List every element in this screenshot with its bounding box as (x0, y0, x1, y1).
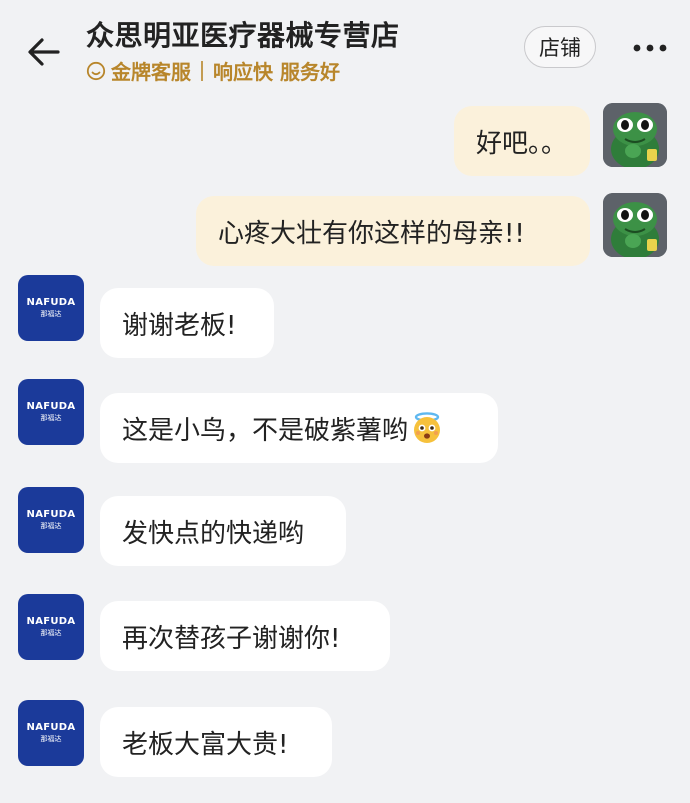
message-text: 老板大富大贵! (122, 729, 289, 760)
smile-icon (86, 61, 106, 80)
store-logo-subtext: 那福达 (40, 310, 62, 318)
service-tags: 金牌客服 响应快 服务好 (86, 56, 340, 85)
store-avatar[interactable]: NAFUDA 那福达 (18, 594, 84, 660)
store-avatar[interactable]: NAFUDA 那福达 (18, 275, 84, 341)
gold-service-tag: 金牌客服 (111, 60, 191, 84)
message-text: 这是小鸟，不是破紫薯哟 (122, 415, 409, 446)
store-logo-subtext: 那福达 (40, 522, 62, 530)
store-logo-subtext: 那福达 (40, 629, 62, 637)
store-logo-text: NAFUDA (26, 616, 76, 627)
tag-divider (201, 60, 203, 81)
more-dots-icon (633, 44, 667, 52)
response-tag: 响应快 服务好 (213, 60, 340, 84)
store-avatar[interactable]: NAFUDA 那福达 (18, 487, 84, 553)
message-bubble-store[interactable]: 老板大富大贵! (100, 707, 332, 777)
message-bubble-mine[interactable]: 心疼大壮有你这样的母亲!! (196, 196, 590, 266)
message-bubble-store[interactable]: 这是小鸟，不是破紫薯哟 (100, 393, 498, 463)
frog-avatar-icon (603, 103, 667, 167)
shop-title: 众思明亚医疗器械专营店 (86, 19, 400, 52)
user-avatar[interactable] (603, 103, 667, 167)
store-logo-subtext: 那福达 (40, 735, 62, 743)
frog-avatar-icon (603, 193, 667, 257)
message-bubble-store[interactable]: 谢谢老板! (100, 288, 274, 358)
message-bubble-store[interactable]: 发快点的快递哟 (100, 496, 346, 566)
store-logo-text: NAFUDA (26, 401, 76, 412)
store-button[interactable]: 店铺 (524, 26, 596, 68)
user-avatar[interactable] (603, 193, 667, 257)
message-text: 心疼大壮有你这样的母亲!! (218, 218, 525, 249)
store-logo-text: NAFUDA (26, 297, 76, 308)
message-text: 好吧。。 (476, 128, 568, 159)
message-bubble-mine[interactable]: 好吧。。 (454, 106, 590, 176)
store-logo-subtext: 那福达 (40, 414, 62, 422)
halo-face-emoji-icon (414, 412, 441, 443)
store-avatar[interactable]: NAFUDA 那福达 (18, 700, 84, 766)
message-text: 再次替孩子谢谢你! (122, 623, 341, 654)
chat-header: 众思明亚医疗器械专营店 金牌客服 响应快 服务好 店铺 (0, 0, 690, 95)
store-logo-text: NAFUDA (26, 509, 76, 520)
store-logo-text: NAFUDA (26, 722, 76, 733)
message-text: 谢谢老板! (122, 310, 237, 341)
message-text: 发快点的快递哟 (122, 518, 305, 549)
back-button[interactable] (22, 30, 66, 74)
store-avatar[interactable]: NAFUDA 那福达 (18, 379, 84, 445)
message-bubble-store[interactable]: 再次替孩子谢谢你! (100, 601, 390, 671)
more-button[interactable] (628, 30, 672, 66)
arrow-left-icon (28, 38, 60, 66)
